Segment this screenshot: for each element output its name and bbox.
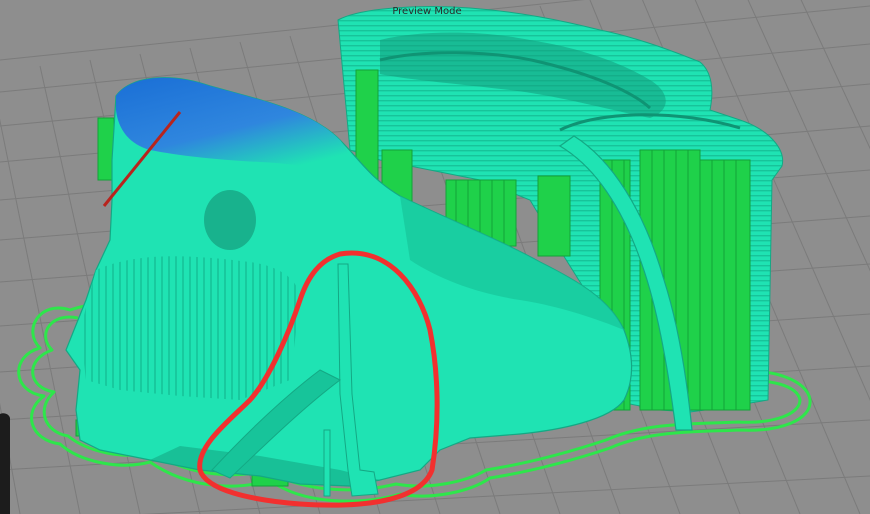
3d-preview-viewport[interactable] [0, 0, 870, 514]
left-edge-object [0, 413, 10, 514]
